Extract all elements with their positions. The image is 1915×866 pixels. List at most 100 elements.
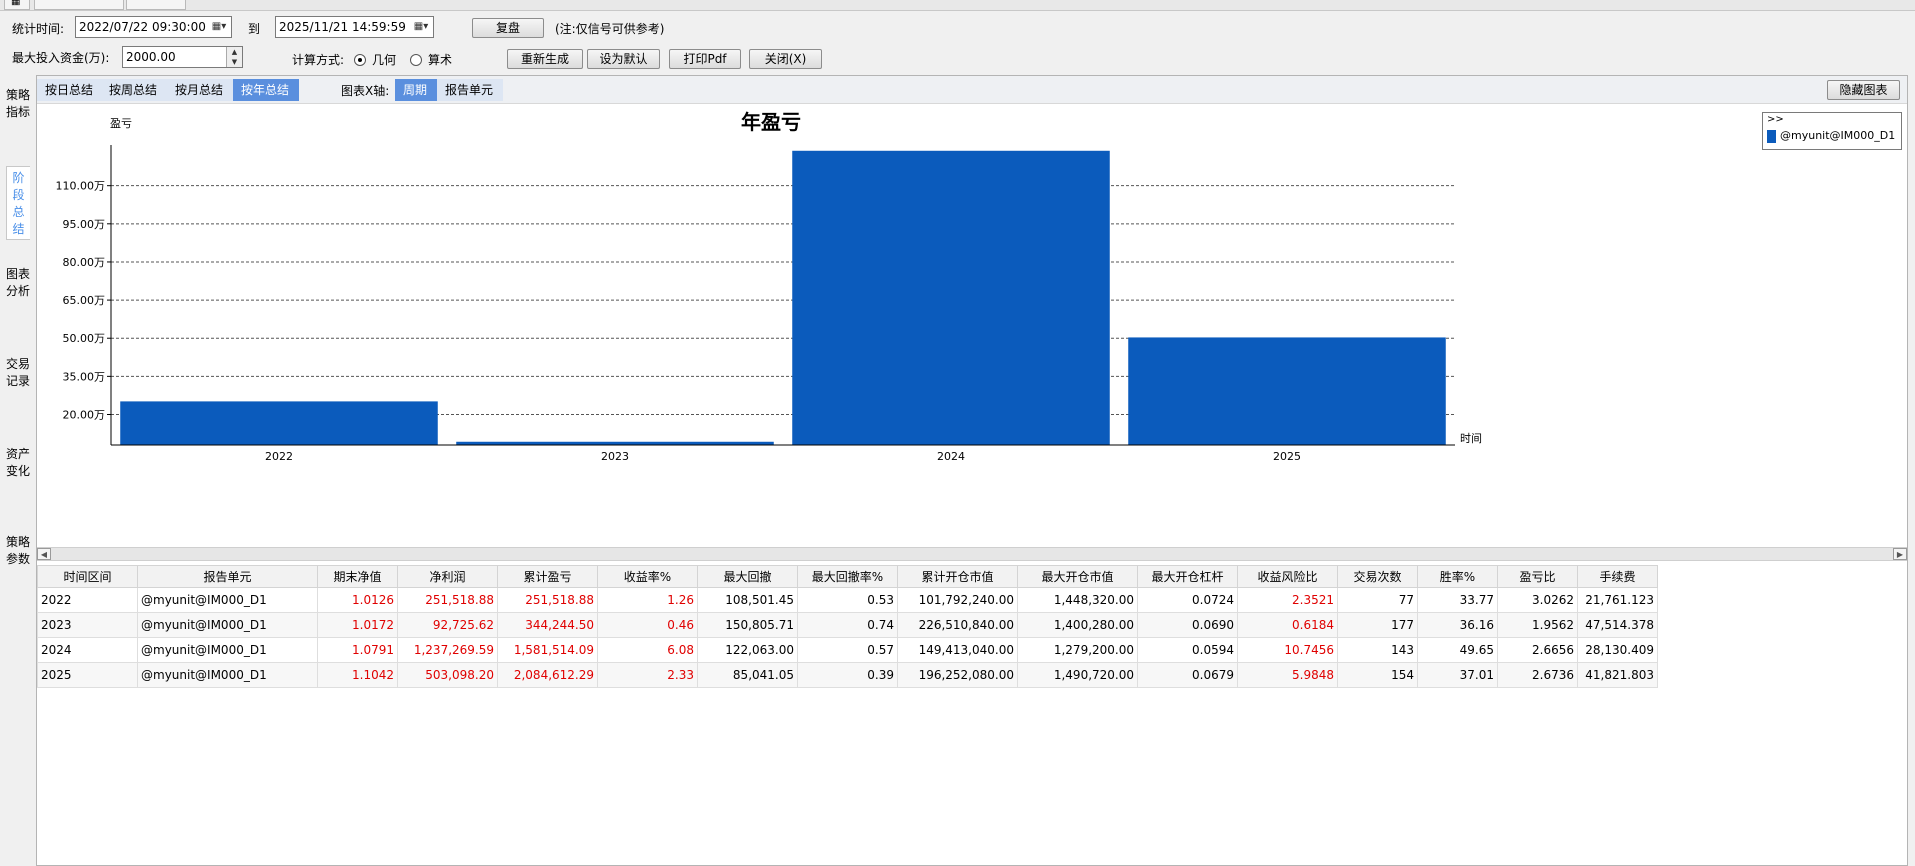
- spin-down-icon[interactable]: ▼: [227, 57, 242, 67]
- side-tab-trade-records[interactable]: 交易记录: [6, 356, 30, 390]
- app-window: ▦ 统计时间: 2022/07/22 09:30:00 ▦▾ 到 2025/11…: [0, 0, 1915, 866]
- column-header[interactable]: 最大回撤: [697, 565, 798, 588]
- table-cell: 1,490,720.00: [1017, 662, 1138, 688]
- table-cell: 1,237,269.59: [397, 637, 498, 663]
- table-cell: 85,041.05: [697, 662, 798, 688]
- xaxis-tab-period[interactable]: 周期: [395, 79, 437, 101]
- tab-yearly-summary[interactable]: 按年总结: [233, 79, 299, 101]
- print-pdf-button[interactable]: 打印Pdf: [669, 49, 741, 69]
- y-tick-label: 110.00万: [56, 180, 106, 193]
- table-cell: 1.9562: [1497, 612, 1578, 638]
- column-header[interactable]: 累计盈亏: [497, 565, 598, 588]
- replay-button[interactable]: 复盘: [472, 18, 544, 38]
- side-tab-chart-analysis[interactable]: 图表分析: [6, 266, 30, 300]
- tab-weekly-summary[interactable]: 按周总结: [101, 79, 167, 101]
- table-cell: 1.0172: [317, 612, 398, 638]
- bar-2025: [1128, 337, 1446, 445]
- column-header[interactable]: 收益率%: [597, 565, 698, 588]
- tab-monthly-summary[interactable]: 按月总结: [167, 79, 233, 101]
- document-tab-current[interactable]: [34, 0, 124, 10]
- column-header[interactable]: 手续费: [1577, 565, 1658, 588]
- table-cell: 21,761.123: [1577, 587, 1658, 613]
- window-menu-icon[interactable]: ▦: [4, 0, 30, 10]
- side-tab-bar: 策略指标 阶段总结 图表分析 交易记录 资产变化 策略参数: [0, 78, 36, 866]
- table-row[interactable]: 2023 @myunit@IM000_D1 1.0172 92,725.62 344,2…: [37, 612, 1658, 638]
- table-cell: 2.6736: [1497, 662, 1578, 688]
- table-cell: 5.9848: [1237, 662, 1338, 688]
- scroll-right-icon[interactable]: ▶: [1893, 548, 1907, 560]
- column-header[interactable]: 盈亏比: [1497, 565, 1578, 588]
- max-capital-input[interactable]: 2000.00 ▲ ▼: [122, 46, 243, 68]
- table-cell: 2025: [37, 662, 138, 688]
- scroll-left-icon[interactable]: ◀: [37, 548, 51, 560]
- table-cell: 0.6184: [1237, 612, 1338, 638]
- side-tab-stage-summary[interactable]: 阶段总结: [6, 166, 30, 240]
- x-tick-label: 2022: [265, 450, 293, 463]
- table-row[interactable]: 2024 @myunit@IM000_D1 1.0791 1,237,269.59 1,…: [37, 637, 1658, 663]
- column-header[interactable]: 最大开仓杠杆: [1137, 565, 1238, 588]
- annual-pnl-chart: 年盈亏 盈亏 时间 20.00万 35.00万 50.00万 65.00万 80.00万…: [56, 110, 1483, 463]
- y-tick-label: 65.00万: [63, 294, 106, 307]
- table-cell: 33.77: [1417, 587, 1498, 613]
- table-cell: 37.01: [1417, 662, 1498, 688]
- capital-spinner[interactable]: ▲ ▼: [226, 47, 242, 67]
- summary-table: 时间区间 报告单元 期末净值 净利润 累计盈亏 收益率% 最大回撤 最大回撤率% 累计开仓市值最…: [37, 565, 1658, 688]
- document-tab-other[interactable]: [126, 0, 186, 10]
- table-row[interactable]: 2022 @myunit@IM000_D1 1.0126 251,518.88 251,…: [37, 587, 1658, 613]
- table-cell: 0.0690: [1137, 612, 1238, 638]
- side-tab-strategy-params[interactable]: 策略参数: [6, 534, 30, 568]
- table-cell: 251,518.88: [397, 587, 498, 613]
- table-cell: 108,501.45: [697, 587, 798, 613]
- chart-area: 年盈亏 盈亏 时间 20.00万 35.00万 50.00万 65.00万 80.00万…: [37, 105, 1907, 547]
- chart-horizontal-scrollbar[interactable]: ◀ ▶: [37, 547, 1907, 561]
- y-tick-label: 50.00万: [63, 332, 106, 345]
- column-header[interactable]: 胜率%: [1417, 565, 1498, 588]
- side-tab-asset-changes[interactable]: 资产变化: [6, 446, 30, 480]
- column-header[interactable]: 报告单元: [137, 565, 318, 588]
- start-time-picker[interactable]: 2022/07/22 09:30:00 ▦▾: [75, 16, 232, 38]
- column-header[interactable]: 收益风险比: [1237, 565, 1338, 588]
- calendar-dropdown-icon[interactable]: ▦▾: [411, 19, 431, 35]
- table-cell: 2022: [37, 587, 138, 613]
- x-tick-label: 2024: [937, 450, 965, 463]
- hide-chart-button[interactable]: 隐藏图表: [1827, 80, 1900, 100]
- table-cell: 1,400,280.00: [1017, 612, 1138, 638]
- table-cell: @myunit@IM000_D1: [137, 587, 318, 613]
- table-cell: 1,279,200.00: [1017, 637, 1138, 663]
- table-cell: 92,725.62: [397, 612, 498, 638]
- end-time-picker[interactable]: 2025/11/21 14:59:59 ▦▾: [275, 16, 434, 38]
- chart-xaxis-label: 图表X轴:: [341, 84, 390, 98]
- column-header[interactable]: 期末净值: [317, 565, 398, 588]
- close-button[interactable]: 关闭(X): [749, 49, 822, 69]
- table-cell: 122,063.00: [697, 637, 798, 663]
- table-cell: 10.7456: [1237, 637, 1338, 663]
- legend-swatch: [1767, 130, 1776, 143]
- column-header[interactable]: 最大开仓市值: [1017, 565, 1138, 588]
- legend-collapse-toggle[interactable]: >>: [1767, 114, 1784, 126]
- column-header[interactable]: 交易次数: [1337, 565, 1418, 588]
- side-tab-strategy-metrics[interactable]: 策略指标: [6, 87, 30, 121]
- table-cell: 77: [1337, 587, 1418, 613]
- max-capital-value: 2000.00: [126, 50, 176, 64]
- x-tick-label: 2023: [601, 450, 629, 463]
- table-row[interactable]: 2025 @myunit@IM000_D1 1.1042 503,098.20 2,08…: [37, 662, 1658, 688]
- regenerate-button[interactable]: 重新生成: [507, 49, 583, 69]
- tab-daily-summary[interactable]: 按日总结: [37, 79, 101, 101]
- start-time-value: 2022/07/22 09:30:00: [79, 20, 206, 34]
- column-header[interactable]: 净利润: [397, 565, 498, 588]
- table-cell: 2.6656: [1497, 637, 1578, 663]
- calc-geometric-radio[interactable]: [354, 54, 366, 66]
- xaxis-tab-report-unit[interactable]: 报告单元: [437, 79, 503, 101]
- column-header[interactable]: 累计开仓市值: [897, 565, 1018, 588]
- table-cell: 149,413,040.00: [897, 637, 1018, 663]
- table-cell: 2,084,612.29: [497, 662, 598, 688]
- table-cell: 0.0679: [1137, 662, 1238, 688]
- spin-up-icon[interactable]: ▲: [227, 47, 242, 57]
- y-tick-label: 20.00万: [63, 408, 106, 421]
- column-header[interactable]: 时间区间: [37, 565, 138, 588]
- set-default-button[interactable]: 设为默认: [587, 49, 660, 69]
- column-header[interactable]: 最大回撤率%: [797, 565, 898, 588]
- max-capital-label: 最大投入资金(万):: [12, 51, 110, 65]
- calc-arithmetic-radio[interactable]: [410, 54, 422, 66]
- calendar-dropdown-icon[interactable]: ▦▾: [209, 19, 229, 35]
